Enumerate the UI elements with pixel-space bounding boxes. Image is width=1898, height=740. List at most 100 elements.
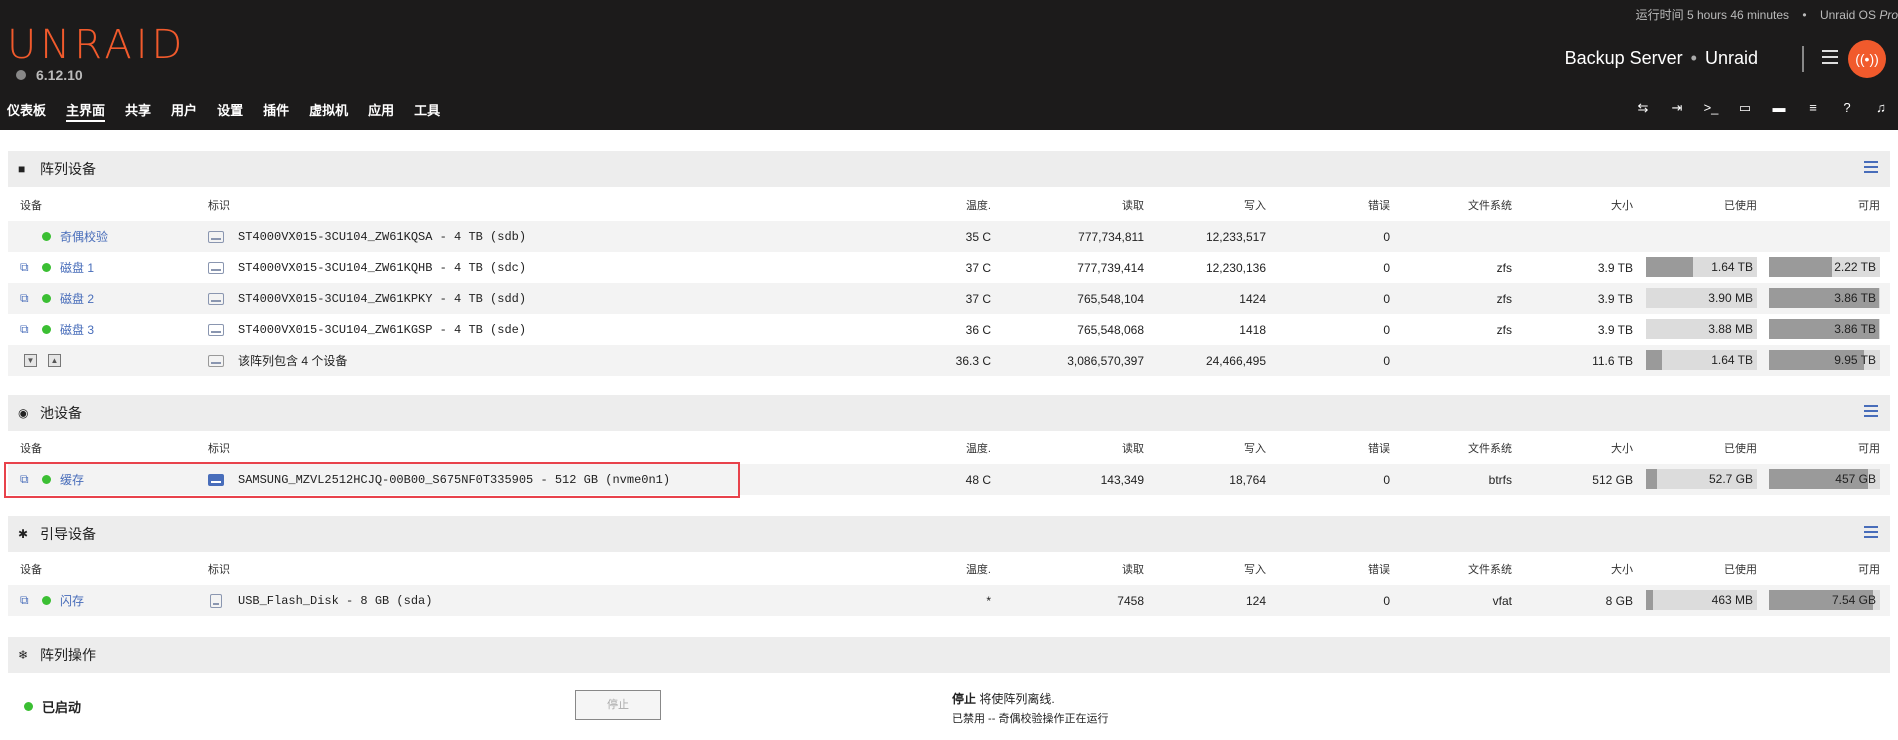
device-link[interactable]: 磁盘 1	[60, 252, 94, 283]
reads: 777,734,811	[1078, 229, 1144, 244]
expand-icon[interactable]: ▲	[48, 345, 61, 376]
table-header: 设备 标识 温度. 读取 写入 错误 文件系统 大小 已使用 可用	[8, 433, 1890, 463]
temp: 37 C	[965, 291, 991, 306]
device-link[interactable]: 磁盘 2	[60, 283, 94, 314]
table-row: ⧉ 闪存 USB_Flash_Disk - 8 GB (sda) * 7458 …	[8, 585, 1890, 616]
col-errors: 错误	[1368, 564, 1390, 576]
col-used: 已使用	[1724, 564, 1757, 576]
nav-main[interactable]: 主界面	[66, 100, 106, 122]
errors: 0	[1383, 472, 1390, 487]
table-row: 奇偶校验 ST4000VX015-3CU104_ZW61KQSA - 4 TB …	[8, 221, 1890, 252]
status-dot	[42, 283, 51, 314]
stop-button[interactable]: 停止	[575, 690, 661, 720]
col-device: 设备	[20, 443, 42, 455]
external-link-icon[interactable]: ⧉	[20, 314, 29, 345]
list-view-icon[interactable]	[1864, 526, 1878, 538]
filesystem: btrfs	[1488, 472, 1512, 487]
free-bar: 3.86 TB	[1769, 319, 1880, 339]
section-title: 引导设备	[40, 526, 96, 542]
nav-shares[interactable]: 共享	[125, 100, 151, 119]
device-id: ST4000VX015-3CU104_ZW61KQHB - 4 TB (sdc)	[238, 260, 527, 275]
device-link[interactable]: 奇偶校验	[60, 221, 108, 252]
nav-dashboard[interactable]: 仪表板	[7, 100, 46, 119]
col-reads: 读取	[1122, 200, 1144, 212]
col-id: 标识	[208, 564, 230, 576]
table-header: 设备 标识 温度. 读取 写入 错误 文件系统 大小 已使用 可用	[8, 190, 1890, 220]
temp: *	[986, 593, 991, 608]
unraid-main-page: UNRAID 6.12.10 运行时间 5 hours 46 minutes •…	[0, 0, 1898, 740]
stop-message-text: 将使阵列离线.	[976, 692, 1055, 706]
uptime-label: 运行时间 5 hours 46 minutes	[1635, 8, 1790, 22]
table-row: ⧉ 磁盘 2 ST4000VX015-3CU104_ZW61KPKY - 4 T…	[8, 283, 1890, 314]
list-view-icon[interactable]	[1864, 161, 1878, 173]
list-view-icon[interactable]	[1864, 405, 1878, 417]
writes: 24,466,495	[1205, 353, 1266, 368]
monitor-icon[interactable]: ▬	[1762, 100, 1796, 116]
switch-icon[interactable]: ⇆	[1626, 100, 1660, 116]
version-label: 6.12.10	[36, 67, 83, 83]
writes: 1418	[1239, 322, 1266, 337]
nav-vms[interactable]: 虚拟机	[309, 100, 348, 119]
errors: 0	[1383, 322, 1390, 337]
nav-apps[interactable]: 应用	[368, 100, 394, 119]
col-errors: 错误	[1368, 200, 1390, 212]
col-size: 大小	[1611, 564, 1633, 576]
logout-icon[interactable]: ⇥	[1660, 100, 1694, 116]
nav-plugins[interactable]: 插件	[263, 100, 289, 119]
feedback-icon[interactable]: ▭	[1728, 100, 1762, 116]
size: 3.9 TB	[1597, 322, 1633, 337]
col-reads: 读取	[1122, 443, 1144, 455]
paw-icon: ✱	[18, 527, 29, 541]
used-bar: 3.88 MB	[1646, 319, 1757, 339]
toolbar-icons: ⇆ ⇥ >_ ▭ ▬ ≡ ? ♫	[1626, 100, 1898, 116]
stop-disabled-note: 已禁用 -- 奇偶校验操作正在运行	[952, 713, 1109, 725]
filesystem: zfs	[1496, 291, 1512, 306]
device-id: ST4000VX015-3CU104_ZW61KGSP - 4 TB (sde)	[238, 322, 527, 337]
section-title: 阵列设备	[40, 161, 96, 177]
help-icon[interactable]: ?	[1830, 100, 1864, 116]
external-link-icon[interactable]: ⧉	[20, 252, 29, 283]
snowflake-icon: ❄	[18, 648, 29, 662]
device-link[interactable]: 磁盘 3	[60, 314, 94, 345]
size: 3.9 TB	[1597, 260, 1633, 275]
hamburger-menu-icon[interactable]	[1822, 50, 1838, 64]
device-link[interactable]: 闪存	[60, 585, 84, 616]
nav-tools[interactable]: 工具	[414, 100, 440, 119]
terminal-icon[interactable]: >_	[1694, 100, 1728, 116]
errors: 0	[1383, 593, 1390, 608]
free-bar: 457 GB	[1769, 469, 1880, 489]
writes: 124	[1245, 593, 1266, 608]
database-icon: ■	[18, 162, 26, 176]
table-row: ⧉ 磁盘 1 ST4000VX015-3CU104_ZW61KQHB - 4 T…	[8, 252, 1890, 283]
col-writes: 写入	[1244, 200, 1266, 212]
unraid-logo[interactable]: UNRAID	[7, 22, 186, 68]
col-temp: 温度.	[965, 200, 991, 212]
temp: 35 C	[965, 229, 991, 244]
divider	[1802, 46, 1804, 72]
array-status-label: 已启动	[42, 700, 82, 715]
device-id: USB_Flash_Disk - 8 GB (sda)	[238, 593, 433, 608]
col-writes: 写入	[1244, 443, 1266, 455]
filesystem: zfs	[1496, 260, 1512, 275]
col-free: 可用	[1858, 200, 1880, 212]
os-name: Unraid OS	[1819, 8, 1876, 22]
used-bar: 463 MB	[1646, 590, 1757, 610]
log-icon[interactable]: ≡	[1796, 100, 1830, 116]
col-device: 设备	[20, 200, 42, 212]
external-link-icon[interactable]: ⧉	[20, 283, 29, 314]
server-title: Backup Server • Unraid	[1564, 48, 1758, 68]
reads: 7458	[1117, 593, 1144, 608]
collapse-icon[interactable]: ▼	[24, 345, 37, 376]
status-dot	[42, 221, 51, 252]
bell-icon[interactable]: ♫	[1864, 100, 1898, 116]
pool-devices-header: ◉ 池设备	[8, 395, 1890, 431]
status-dot	[24, 702, 33, 711]
col-temp: 温度.	[965, 443, 991, 455]
external-link-icon[interactable]: ⧉	[20, 585, 29, 616]
unraid-brand-icon[interactable]: ((•))	[1848, 40, 1886, 78]
nav-settings[interactable]: 设置	[217, 100, 243, 119]
server-name: Backup Server	[1564, 48, 1683, 68]
free-bar: 7.54 GB	[1769, 590, 1880, 610]
info-icon[interactable]	[16, 70, 26, 80]
nav-users[interactable]: 用户	[171, 100, 197, 119]
